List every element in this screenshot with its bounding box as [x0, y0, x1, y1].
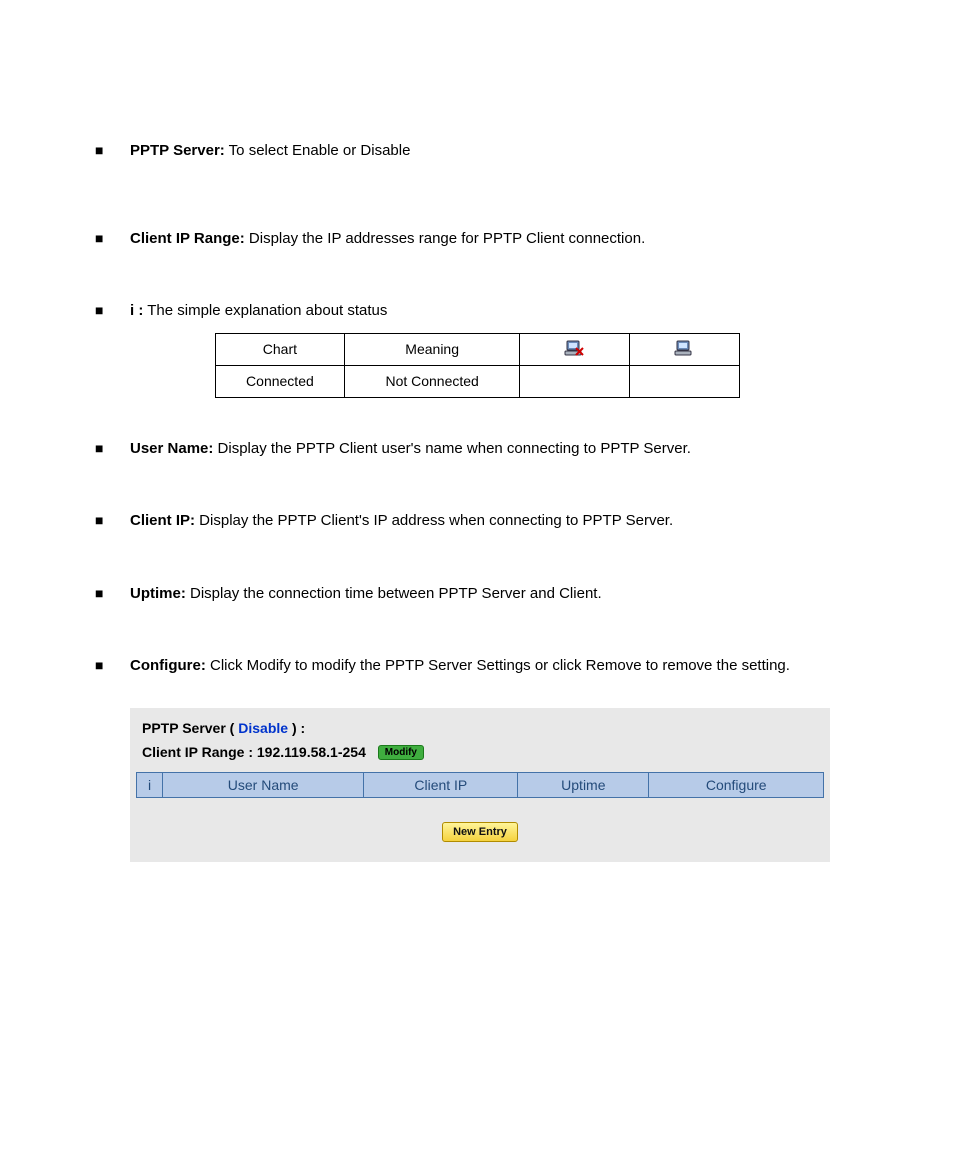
col-header-client-ip: Client IP [364, 773, 518, 798]
bullet-status-explanation: i : The simple explanation about status [95, 300, 859, 323]
col-header-i: i [137, 773, 163, 798]
panel-line1-suffix: ) : [288, 720, 305, 736]
bullet-label: i : [130, 302, 143, 319]
bullet-user-name: User Name: Display the PPTP Client user'… [95, 438, 859, 461]
legend-cell-connected: Connected [215, 365, 345, 397]
panel-line1-prefix: PPTP Server ( [142, 720, 238, 736]
bullet-configure: Configure: Click Modify to modify the PP… [95, 655, 859, 678]
bullet-pptp-server: PPTP Server: To select Enable or Disable [95, 140, 859, 163]
panel-pptp-status-line: PPTP Server ( Disable ) : [130, 708, 830, 742]
bullet-text: To select Enable or Disable [225, 142, 411, 159]
bullet-text: Display the IP addresses range for PPTP … [245, 230, 646, 247]
panel-line2-label: Client IP Range : [142, 744, 257, 760]
computer-disconnected-icon [564, 340, 584, 358]
bullet-text: Click Modify to modify the PPTP Server S… [206, 657, 790, 674]
bullet-label: User Name: [130, 440, 213, 457]
computer-connected-icon [674, 340, 694, 358]
pptp-server-panel: PPTP Server ( Disable ) : Client IP Rang… [130, 708, 830, 863]
panel-client-ip-line: Client IP Range : 192.119.58.1-254 Modif… [130, 742, 830, 773]
bullet-uptime: Uptime: Display the connection time betw… [95, 583, 859, 606]
pptp-disable-link[interactable]: Disable [238, 720, 288, 736]
bullet-text: Display the PPTP Client user's name when… [213, 440, 691, 457]
bullet-text: Display the connection time between PPTP… [186, 585, 602, 602]
bullet-client-ip: Client IP: Display the PPTP Client's IP … [95, 510, 859, 533]
legend-cell-not-connected: Not Connected [345, 365, 520, 397]
bullet-label: Client IP Range: [130, 230, 245, 247]
icon-legend-table: Chart Meaning Connected [215, 333, 740, 398]
legend-icon-disconnected [520, 333, 630, 365]
modify-button[interactable]: Modify [378, 745, 424, 760]
col-header-configure: Configure [649, 773, 824, 798]
bullet-label: Client IP: [130, 512, 195, 529]
bullet-client-ip-range: Client IP Range: Display the IP addresse… [95, 228, 859, 251]
bullet-text: The simple explanation about status [143, 302, 387, 319]
legend-header-chart: Chart [215, 333, 345, 365]
bullet-label: PPTP Server: [130, 142, 225, 159]
legend-icon-connected [629, 333, 739, 365]
col-header-user-name: User Name [163, 773, 364, 798]
bullet-label: Configure: [130, 657, 206, 674]
panel-line2-value: 192.119.58.1-254 [257, 744, 366, 760]
col-header-uptime: Uptime [518, 773, 649, 798]
bullet-text: Display the PPTP Client's IP address whe… [195, 512, 673, 529]
bullet-label: Uptime: [130, 585, 186, 602]
new-entry-button[interactable]: New Entry [442, 822, 518, 842]
pptp-connections-table: i User Name Client IP Uptime Configure [136, 772, 824, 798]
legend-header-meaning: Meaning [345, 333, 520, 365]
